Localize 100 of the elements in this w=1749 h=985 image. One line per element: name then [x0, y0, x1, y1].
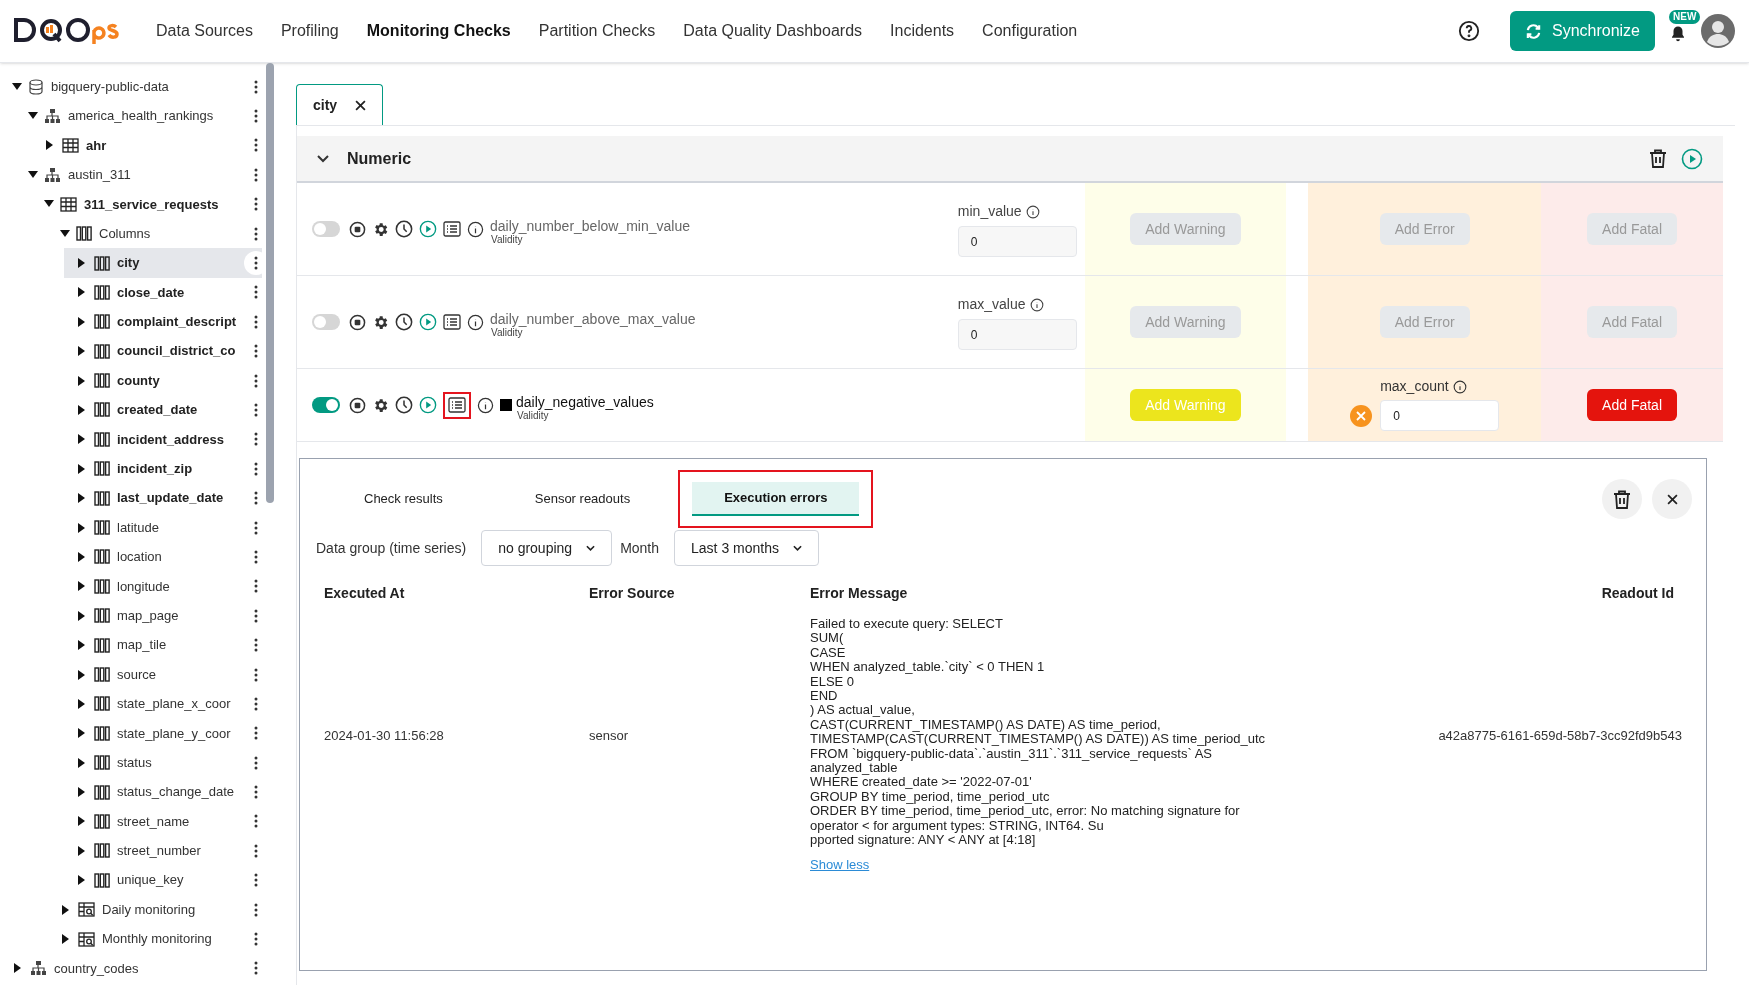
more-icon[interactable] [254, 667, 258, 682]
parameter-input[interactable]: 0 [1380, 400, 1500, 431]
nav-link[interactable]: Profiling [266, 19, 353, 43]
toggle-switch[interactable] [312, 314, 340, 330]
tree-item-label[interactable]: latitude [117, 517, 159, 538]
tree-item-highlight[interactable]: city [64, 248, 262, 278]
caret-right-icon[interactable] [78, 346, 86, 357]
close-icon[interactable] [355, 99, 367, 111]
stop-icon[interactable] [349, 220, 366, 238]
caret-right-icon[interactable] [78, 816, 86, 827]
bell-icon[interactable] [1669, 24, 1687, 44]
caret-right-icon[interactable] [78, 375, 86, 386]
results-tab[interactable]: Sensor readouts [502, 482, 663, 516]
tree-item-label[interactable]: incident_zip [117, 459, 193, 479]
delete-button[interactable] [1602, 479, 1642, 519]
tree-item-label[interactable]: location [117, 547, 162, 567]
caret-right-icon[interactable] [78, 316, 86, 327]
list-icon[interactable] [448, 397, 466, 413]
clock-icon[interactable] [395, 220, 413, 238]
tree-item-label[interactable]: map_page [117, 605, 179, 626]
dropdown[interactable]: Last 3 months [674, 530, 819, 566]
more-icon[interactable] [254, 932, 258, 946]
show-less-link[interactable]: Show less [810, 854, 870, 874]
add-rule-button[interactable]: Add Fatal [1587, 389, 1678, 421]
tree-item-label[interactable]: status [117, 752, 152, 773]
tree-item-label[interactable]: county [117, 370, 160, 391]
more-icon[interactable] [254, 432, 258, 447]
more-icon[interactable] [254, 138, 258, 153]
scrollbar[interactable] [266, 63, 274, 503]
results-tab[interactable]: Execution errors [692, 482, 860, 516]
more-icon[interactable] [254, 608, 258, 623]
more-icon[interactable] [254, 579, 258, 594]
caret-right-icon[interactable] [78, 669, 86, 680]
nav-link[interactable]: Monitoring Checks [352, 19, 525, 43]
tree-item-label[interactable]: bigquery-public-data [51, 76, 169, 97]
more-icon[interactable] [254, 226, 258, 241]
more-icon[interactable] [254, 785, 258, 800]
settings-icon[interactable] [372, 396, 389, 414]
settings-icon[interactable] [372, 220, 389, 238]
caret-right-icon[interactable] [78, 757, 86, 768]
caret-right-icon[interactable] [78, 463, 86, 474]
caret-right-icon[interactable] [78, 610, 86, 621]
nav-link[interactable]: Incidents [876, 19, 969, 43]
info-icon[interactable] [1452, 379, 1467, 394]
more-icon[interactable] [254, 520, 258, 535]
tree-item-label[interactable]: america_health_rankings [68, 106, 214, 126]
caret-right-icon[interactable] [14, 963, 22, 974]
more-icon[interactable] [254, 109, 258, 124]
caret-right-icon[interactable] [78, 493, 86, 504]
synchronize-button[interactable]: Synchronize [1509, 11, 1655, 51]
tree-item-label[interactable]: state_plane_y_coor [117, 723, 231, 744]
tree-item-label[interactable]: Daily monitoring [102, 899, 196, 920]
more-icon[interactable] [254, 726, 258, 741]
parameter-input[interactable]: 0 [957, 226, 1077, 257]
caret-right-icon[interactable] [78, 581, 86, 592]
caret-down-icon[interactable] [60, 229, 70, 238]
tree-item-label[interactable]: complaint_descript [117, 312, 237, 332]
check-name[interactable]: daily_number_below_min_value [490, 217, 690, 234]
caret-right-icon[interactable] [78, 875, 86, 886]
more-icon[interactable] [254, 491, 258, 506]
more-icon[interactable] [254, 403, 258, 417]
caret-right-icon[interactable] [78, 287, 86, 298]
nav-link[interactable]: Data Sources [142, 19, 267, 43]
more-icon[interactable] [254, 256, 258, 271]
caret-right-icon[interactable] [78, 522, 86, 533]
nav-link[interactable]: Partition Checks [524, 19, 670, 43]
tree-item-label[interactable]: austin_311 [68, 165, 131, 185]
more-icon[interactable] [254, 755, 258, 770]
tree-item-label[interactable]: last_update_date [117, 488, 224, 508]
run-icon[interactable] [1681, 147, 1703, 170]
caret-right-icon[interactable] [78, 640, 86, 651]
caret-right-icon[interactable] [78, 728, 86, 739]
stop-icon[interactable] [349, 396, 366, 414]
caret-right-icon[interactable] [62, 934, 70, 944]
more-icon[interactable] [254, 285, 258, 300]
toggle-switch[interactable] [312, 397, 340, 413]
run-icon[interactable] [419, 396, 437, 414]
more-icon[interactable] [254, 79, 258, 94]
more-icon[interactable] [254, 638, 258, 653]
run-icon[interactable] [419, 220, 437, 238]
stop-icon[interactable] [349, 313, 366, 331]
tree-item-label[interactable]: street_number [117, 841, 201, 861]
clock-icon[interactable] [395, 396, 413, 414]
toggle-switch[interactable] [312, 221, 340, 237]
more-icon[interactable] [254, 843, 258, 858]
tree-item-label[interactable]: source [117, 664, 157, 685]
caret-right-icon[interactable] [78, 787, 86, 798]
file-tab[interactable]: city [296, 84, 384, 125]
caret-right-icon[interactable] [78, 405, 86, 415]
help-icon[interactable] [1457, 20, 1480, 42]
caret-down-icon[interactable] [44, 200, 54, 209]
tree-item-label[interactable]: longitude [117, 576, 170, 597]
more-icon[interactable] [254, 549, 258, 564]
tree-item-label[interactable]: street_name [117, 811, 190, 832]
caret-right-icon[interactable] [78, 258, 86, 269]
nav-link[interactable]: Data Quality Dashboards [669, 19, 877, 43]
results-tab[interactable]: Check results [332, 482, 475, 516]
more-icon[interactable] [254, 461, 258, 476]
tree-item-label[interactable]: council_district_co [117, 341, 236, 361]
more-icon[interactable] [254, 344, 258, 359]
